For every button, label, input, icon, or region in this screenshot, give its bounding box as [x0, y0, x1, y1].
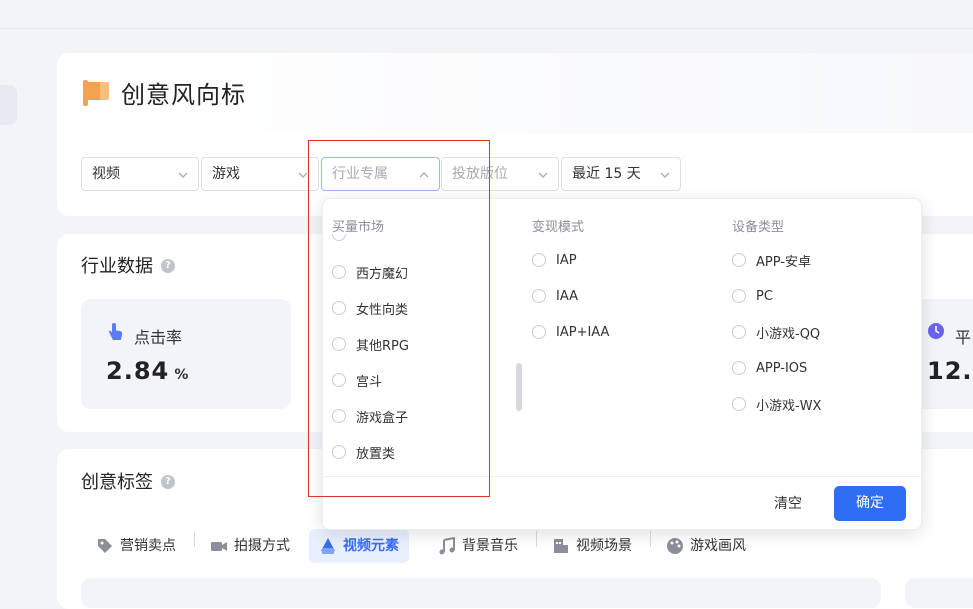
metric-unit: %: [174, 367, 189, 383]
tag-tab-game-art-style[interactable]: 游戏画风: [656, 529, 756, 563]
tag-tab-label: 营销卖点: [120, 538, 176, 554]
metric-label: 平: [955, 328, 972, 347]
tag-tab-selling-points[interactable]: 营销卖点: [86, 529, 186, 563]
option-pc[interactable]: PC: [732, 286, 773, 306]
option-label: 小游戏-QQ: [756, 326, 821, 342]
radio-button[interactable]: [532, 325, 546, 339]
metric-label: 点击率: [134, 328, 183, 347]
divider: [194, 531, 195, 547]
top-tab-bar: [0, 0, 973, 29]
radio-button[interactable]: [732, 361, 746, 375]
tag-tab-label: 视频场景: [576, 538, 632, 554]
metric-value-group: 2.84 %: [106, 357, 188, 385]
metric-value: 2.84: [106, 357, 170, 385]
option-label: IAP: [556, 252, 577, 268]
radio-button[interactable]: [532, 253, 546, 267]
tag-tab-label: 背景音乐: [462, 538, 518, 554]
option-mini-game-wx[interactable]: 小游戏-WX: [732, 394, 821, 414]
column-title-monetization: 变现模式: [532, 220, 585, 235]
clear-button[interactable]: 清空: [760, 487, 816, 521]
option-label: 小游戏-WX: [756, 398, 822, 414]
tag-tab-label: 视频元素: [343, 538, 399, 554]
option-label: IAP+IAA: [556, 324, 610, 340]
date-range-select[interactable]: 最近 15 天: [561, 157, 681, 191]
page-title: 创意风向标: [121, 81, 246, 109]
tag-tab-video-scene[interactable]: 视频场景: [542, 529, 642, 563]
divider: [536, 531, 537, 547]
creative-tags-title: 创意标签: [81, 472, 153, 493]
tag-tab-shooting-method[interactable]: 拍摄方式: [200, 529, 300, 563]
content-panel: [905, 578, 973, 608]
category-select[interactable]: 游戏: [201, 157, 319, 191]
sidebar-edge: [0, 85, 17, 125]
help-icon[interactable]: ?: [161, 475, 175, 489]
highlight-box: [308, 140, 490, 497]
option-app-ios[interactable]: APP-IOS: [732, 358, 807, 378]
metric-value: 12.18: [927, 357, 973, 385]
scene-icon: [554, 539, 568, 553]
radio-button[interactable]: [732, 325, 746, 339]
shapes-icon: [321, 538, 335, 554]
option-label: IAA: [556, 288, 578, 304]
chevron-down-icon: [178, 172, 188, 178]
tag-tab-background-music[interactable]: 背景音乐: [428, 529, 528, 563]
select-value: 视频: [92, 166, 120, 182]
scrollbar-thumb[interactable]: [516, 363, 522, 411]
option-iaa[interactable]: IAA: [532, 286, 578, 306]
option-label: PC: [756, 288, 773, 304]
radio-button[interactable]: [532, 289, 546, 303]
option-app-android[interactable]: APP-安卓: [732, 250, 811, 270]
chevron-down-icon: [660, 172, 670, 178]
tag-tab-video-elements[interactable]: 视频元素: [309, 529, 409, 563]
radio-button[interactable]: [732, 397, 746, 411]
clock-icon: [928, 323, 944, 339]
industry-data-title: 行业数据: [81, 256, 153, 277]
tag-tab-label: 游戏画风: [690, 538, 746, 554]
tap-icon: [109, 323, 123, 340]
tag-tab-label: 拍摄方式: [234, 538, 290, 554]
radio-button[interactable]: [732, 289, 746, 303]
tag-icon: [98, 539, 112, 553]
option-mini-game-qq[interactable]: 小游戏-QQ: [732, 322, 820, 342]
flag-icon: [83, 80, 109, 106]
music-icon: [439, 537, 455, 555]
option-iap[interactable]: IAP: [532, 250, 577, 270]
divider: [650, 531, 651, 547]
select-value: 最近 15 天: [572, 166, 641, 182]
radio-button[interactable]: [732, 253, 746, 267]
chevron-down-icon: [538, 172, 548, 178]
confirm-button[interactable]: 确定: [834, 486, 906, 521]
select-value: 游戏: [212, 166, 240, 182]
chevron-down-icon: [298, 172, 308, 178]
option-label: APP-IOS: [756, 360, 808, 376]
palette-icon: [667, 538, 683, 554]
camera-icon: [211, 542, 227, 551]
metric-card-ctr: [81, 299, 291, 409]
column-title-device: 设备类型: [732, 220, 785, 235]
help-icon[interactable]: ?: [161, 259, 175, 273]
option-iap-iaa[interactable]: IAP+IAA: [532, 322, 609, 342]
content-panel: [81, 578, 881, 608]
content-type-select[interactable]: 视频: [81, 157, 199, 191]
option-label: APP-安卓: [756, 254, 811, 270]
